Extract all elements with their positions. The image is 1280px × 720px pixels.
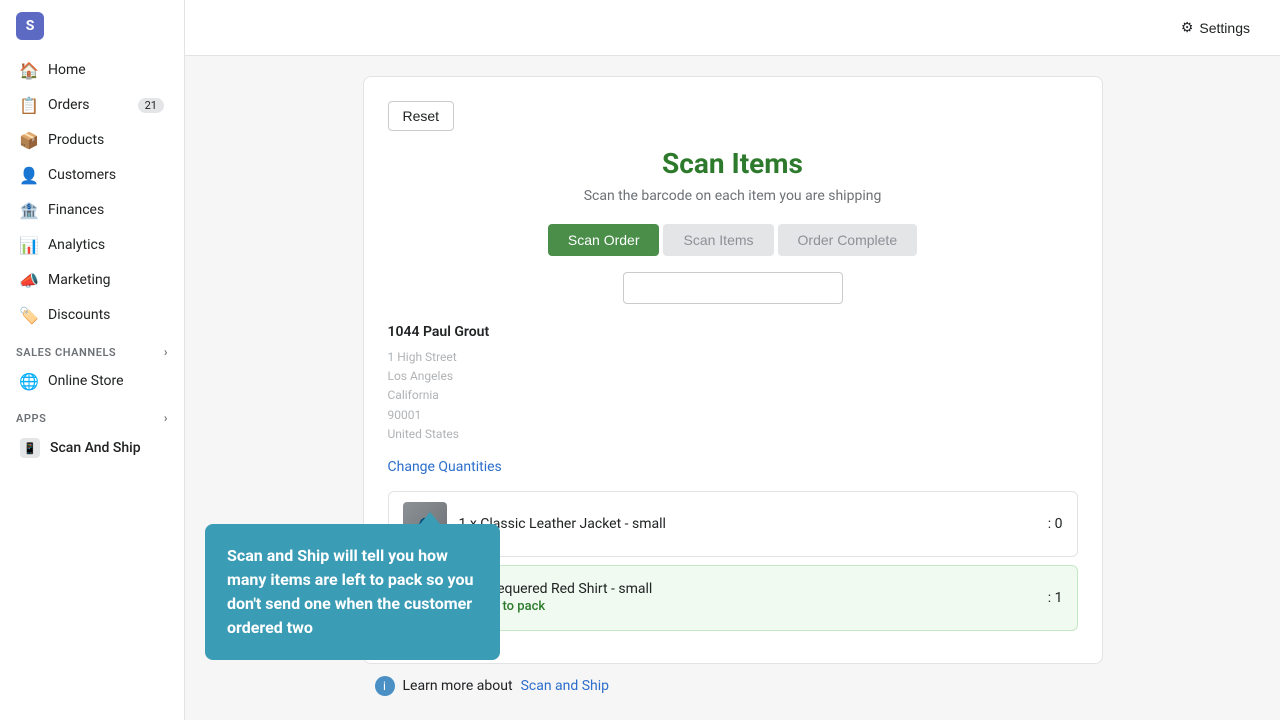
sales-channels-label: Sales channels (16, 346, 116, 359)
sidebar-item-online-store[interactable]: 🌐 Online Store (4, 364, 180, 398)
finances-icon: 🏦 (20, 201, 38, 219)
sidebar: S 🏠 Home 📋 Orders 21 📦 Products 👤 Custom… (0, 0, 185, 720)
product-info-jacket: 1 x Classic Leather Jacket - small (459, 516, 1036, 532)
scan-input-wrapper (388, 272, 1078, 304)
main-content: ⚙ Settings Reset Scan Items Scan the bar… (185, 0, 1280, 720)
online-store-label: Online Store (48, 373, 124, 389)
sidebar-item-discounts[interactable]: 🏷️ Discounts (4, 298, 180, 332)
scan-title: Scan Items (388, 147, 1078, 180)
product-info-shirt: 2 x Chequered Red Shirt - small 1 more t… (459, 581, 1036, 614)
orders-icon: 📋 (20, 96, 38, 114)
scan-and-ship-icon: 📱 (20, 438, 40, 458)
apps-label: Apps (16, 412, 46, 425)
topbar: ⚙ Settings (185, 0, 1280, 56)
learn-more-link[interactable]: Scan and Ship (521, 678, 609, 694)
scan-and-ship-label: Scan And Ship (50, 440, 141, 456)
change-quantities-link[interactable]: Change Quantities (388, 459, 502, 475)
store-logo[interactable]: S (0, 0, 184, 52)
home-label: Home (48, 62, 86, 78)
sidebar-item-home[interactable]: 🏠 Home (4, 53, 180, 87)
sidebar-item-marketing[interactable]: 📣 Marketing (4, 263, 180, 297)
discounts-icon: 🏷️ (20, 306, 38, 324)
marketing-label: Marketing (48, 272, 111, 288)
learn-more-text: Learn more about (403, 678, 513, 694)
reset-button[interactable]: Reset (388, 101, 455, 131)
address-line: 1 High Street (388, 348, 1078, 367)
analytics-icon: 📊 (20, 236, 38, 254)
customers-label: Customers (48, 167, 116, 183)
product-count-jacket: : 0 (1048, 516, 1063, 532)
sidebar-item-analytics[interactable]: 📊 Analytics (4, 228, 180, 262)
products-label: Products (48, 132, 104, 148)
sidebar-item-orders[interactable]: 📋 Orders 21 (4, 88, 180, 122)
apps-section: Apps › (0, 399, 184, 429)
tab-bar: Scan Order Scan Items Order Complete (388, 224, 1078, 256)
home-icon: 🏠 (20, 61, 38, 79)
order-address: 1 High StreetLos AngelesCalifornia90001U… (388, 348, 1078, 444)
info-icon: i (375, 676, 395, 696)
tab-scan-items[interactable]: Scan Items (663, 224, 773, 256)
product-name-shirt: 2 x Chequered Red Shirt - small (459, 581, 1036, 597)
callout-text: Scan and Ship will tell you how many ite… (227, 546, 473, 637)
product-more-to-pack-shirt: 1 more to pack (459, 599, 1036, 614)
learn-more-section: i Learn more about Scan and Ship (363, 676, 1103, 696)
products-icon: 📦 (20, 131, 38, 149)
tab-order-complete[interactable]: Order Complete (778, 224, 918, 256)
scan-input[interactable] (623, 272, 843, 304)
sales-channels-section: Sales channels › (0, 333, 184, 363)
settings-icon: ⚙ (1181, 19, 1194, 36)
address-line: California (388, 386, 1078, 405)
sidebar-item-customers[interactable]: 👤 Customers (4, 158, 180, 192)
callout-tooltip: Scan and Ship will tell you how many ite… (205, 524, 500, 660)
sidebar-item-products[interactable]: 📦 Products (4, 123, 180, 157)
scan-subtitle: Scan the barcode on each item you are sh… (388, 188, 1078, 204)
customers-icon: 👤 (20, 166, 38, 184)
analytics-label: Analytics (48, 237, 105, 253)
order-name: 1044 Paul Grout (388, 324, 1078, 340)
product-count-shirt: : 1 (1048, 590, 1063, 606)
online-store-icon: 🌐 (20, 372, 38, 390)
marketing-icon: 📣 (20, 271, 38, 289)
store-icon: S (16, 12, 44, 40)
address-line: 90001 (388, 406, 1078, 425)
orders-label: Orders (48, 97, 90, 113)
address-line: United States (388, 425, 1078, 444)
discounts-label: Discounts (48, 307, 110, 323)
settings-label: Settings (1199, 20, 1250, 36)
product-name-jacket: 1 x Classic Leather Jacket - small (459, 516, 1036, 532)
orders-badge: 21 (138, 98, 164, 113)
address-line: Los Angeles (388, 367, 1078, 386)
finances-label: Finances (48, 202, 104, 218)
sidebar-item-finances[interactable]: 🏦 Finances (4, 193, 180, 227)
tab-scan-order[interactable]: Scan Order (548, 224, 660, 256)
sidebar-item-scan-and-ship[interactable]: 📱 Scan And Ship (4, 430, 180, 466)
apps-chevron[interactable]: › (164, 411, 168, 425)
settings-button[interactable]: ⚙ Settings (1171, 13, 1260, 42)
content-area: Reset Scan Items Scan the barcode on eac… (185, 56, 1280, 720)
sales-channels-chevron[interactable]: › (164, 345, 168, 359)
main-nav: 🏠 Home 📋 Orders 21 📦 Products 👤 Customer… (0, 52, 184, 333)
